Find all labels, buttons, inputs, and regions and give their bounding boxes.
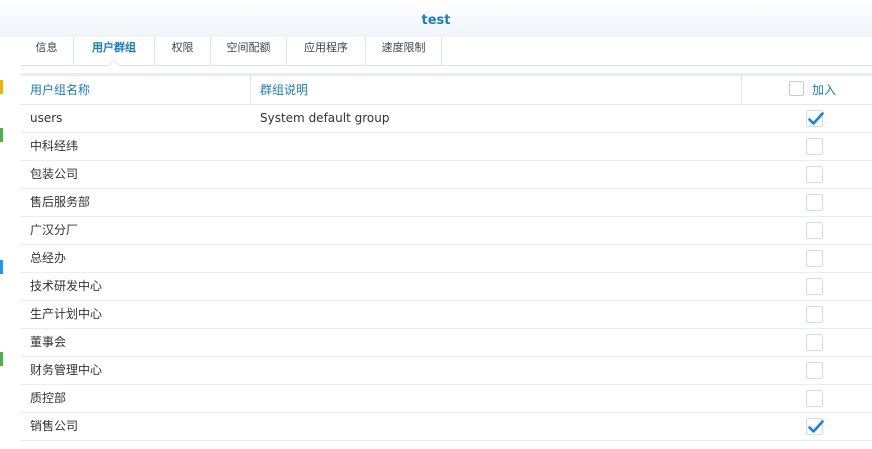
- tab-info[interactable]: 信息: [20, 37, 74, 65]
- table-row[interactable]: 销售公司: [20, 413, 872, 441]
- group-name-cell: 董事会: [30, 335, 67, 349]
- table-row[interactable]: 技术研发中心: [20, 273, 872, 301]
- edge-mark: [0, 128, 3, 142]
- column-header-join: 加入: [742, 76, 872, 104]
- group-name-cell: 包装公司: [30, 167, 79, 181]
- join-checkbox[interactable]: [806, 222, 823, 239]
- column-header-description[interactable]: 群组说明: [251, 76, 742, 104]
- checkmark-icon: [808, 420, 824, 433]
- group-name-cell: 广汉分厂: [30, 223, 79, 237]
- tab-label: 信息: [35, 41, 58, 54]
- group-name-cell: 售后服务部: [30, 195, 91, 209]
- table-row[interactable]: 广汉分厂: [20, 217, 872, 245]
- tab-bar: 信息 用户群组 权限 空间配额 应用程序 速度限制: [20, 37, 872, 66]
- tab-user-groups[interactable]: 用户群组: [74, 37, 155, 66]
- column-header-label: 加入: [812, 83, 837, 97]
- table-row[interactable]: 售后服务部: [20, 189, 872, 217]
- edge-mark: [0, 260, 3, 274]
- column-header-group-name[interactable]: 用户组名称: [20, 76, 251, 104]
- table-header: 用户组名称 群组说明 加入: [20, 76, 872, 105]
- tab-applications[interactable]: 应用程序: [287, 37, 366, 65]
- tab-label: 权限: [171, 41, 194, 54]
- column-header-label: 群组说明: [260, 83, 309, 97]
- edge-mark: [0, 80, 3, 94]
- group-membership-window: test 信息 用户群组 权限 空间配额 应用程序 速度限制 用户组名称 群组说…: [0, 0, 872, 446]
- group-name-cell: 财务管理中心: [30, 363, 103, 377]
- tab-permissions[interactable]: 权限: [155, 37, 211, 65]
- column-header-label: 用户组名称: [30, 83, 91, 97]
- join-checkbox[interactable]: [806, 250, 823, 267]
- tab-label: 应用程序: [304, 41, 348, 54]
- join-checkbox[interactable]: [806, 306, 823, 323]
- table-body: users System default group 中科经纬包装公司售后服务部广汉…: [20, 105, 872, 441]
- join-checkbox[interactable]: [806, 110, 824, 127]
- join-checkbox[interactable]: [806, 278, 823, 295]
- table-row[interactable]: 董事会: [20, 329, 872, 357]
- group-name-cell: 总经办: [30, 251, 67, 265]
- tab-quota[interactable]: 空间配额: [211, 37, 287, 65]
- join-checkbox[interactable]: [806, 166, 823, 183]
- edge-marks: [0, 80, 3, 440]
- edge-mark: [0, 352, 3, 366]
- table-row[interactable]: 总经办: [20, 245, 872, 273]
- group-name-cell: 质控部: [30, 391, 67, 405]
- join-checkbox[interactable]: [806, 418, 824, 435]
- title-bar: test: [0, 0, 872, 37]
- table-row[interactable]: 质控部: [20, 385, 872, 413]
- table-row[interactable]: 财务管理中心: [20, 357, 872, 385]
- group-name-cell: users: [30, 111, 63, 125]
- join-checkbox[interactable]: [806, 362, 823, 379]
- group-name-cell: 中科经纬: [30, 139, 79, 153]
- table-row[interactable]: 生产计划中心: [20, 301, 872, 329]
- group-name-cell: 销售公司: [30, 419, 79, 433]
- join-checkbox[interactable]: [806, 138, 823, 155]
- table-row[interactable]: 包装公司: [20, 161, 872, 189]
- tab-speed-limit[interactable]: 速度限制: [366, 37, 442, 65]
- group-description-cell: System default group: [260, 111, 390, 125]
- group-name-cell: 技术研发中心: [30, 279, 103, 293]
- table-row[interactable]: users System default group: [20, 105, 872, 133]
- tab-label: 用户群组: [92, 41, 136, 54]
- join-checkbox[interactable]: [806, 334, 823, 351]
- group-name-cell: 生产计划中心: [30, 307, 103, 321]
- join-checkbox[interactable]: [806, 194, 823, 211]
- window-title: test: [421, 13, 451, 28]
- group-table: 用户组名称 群组说明 加入 users System default group 中…: [20, 73, 872, 449]
- checkmark-icon: [808, 112, 824, 125]
- select-all-checkbox[interactable]: [789, 81, 804, 96]
- table-row[interactable]: 中科经纬: [20, 133, 872, 161]
- tab-label: 速度限制: [381, 41, 426, 54]
- active-tab-pointer: [108, 60, 120, 66]
- tab-label: 空间配额: [226, 41, 271, 54]
- join-checkbox[interactable]: [806, 390, 823, 407]
